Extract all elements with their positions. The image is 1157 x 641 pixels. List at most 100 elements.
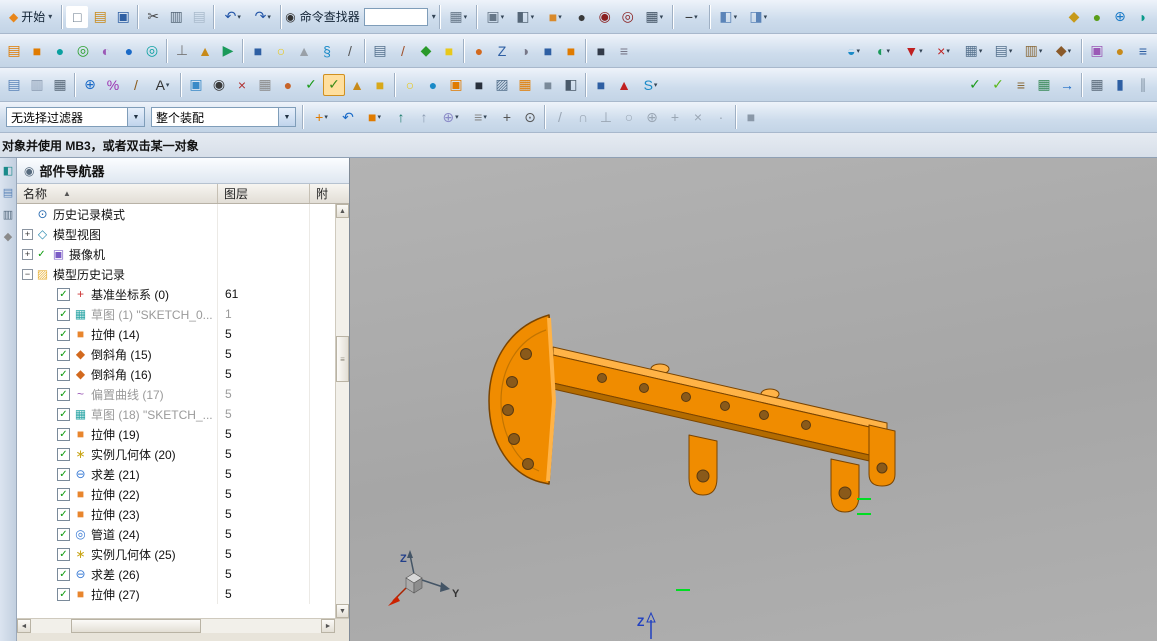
- snap-cross-button[interactable]: ×: [687, 106, 709, 128]
- snapshot-button[interactable]: ◆: [1063, 6, 1085, 28]
- expander-icon[interactable]: [44, 569, 55, 580]
- pattern-button[interactable]: ▶: [217, 40, 239, 62]
- clip-section-button[interactable]: ∥: [1132, 74, 1154, 96]
- horizontal-scrollbar[interactable]: ◄ ►: [17, 618, 349, 633]
- shell-button[interactable]: ■: [590, 40, 612, 62]
- save-button[interactable]: ▣: [112, 6, 134, 28]
- tree-row[interactable]: ◆ 倒斜角 (16) 5: [17, 364, 349, 384]
- column-header-layer[interactable]: 图层: [218, 184, 310, 203]
- selection-filter-combo[interactable]: 无选择过滤器 ▼: [6, 107, 145, 127]
- move-handle-button[interactable]: +: [496, 106, 518, 128]
- sphere-button[interactable]: ●: [49, 40, 71, 62]
- half-section-button[interactable]: ◧: [560, 74, 582, 96]
- tree-row[interactable]: + 基准坐标系 (0) 61: [17, 284, 349, 304]
- graphics-viewport[interactable]: Z Y Z: [350, 158, 1157, 641]
- spline-button[interactable]: §: [316, 40, 338, 62]
- tree-row[interactable]: ∗ 实例几何体 (20) 5: [17, 444, 349, 464]
- expander-icon[interactable]: [44, 549, 55, 560]
- assembly-structure-button[interactable]: ▦: [640, 6, 669, 28]
- tree-row[interactable]: + ▣ 摄像机: [17, 244, 349, 264]
- feature-checkbox[interactable]: [57, 468, 70, 481]
- layer-visible-button[interactable]: ▤: [3, 74, 25, 96]
- column-header-name[interactable]: 名称 ▲: [17, 184, 218, 203]
- journal-button[interactable]: ▣: [1086, 40, 1108, 62]
- feature-checkbox[interactable]: [57, 528, 70, 541]
- feature-checkbox[interactable]: [57, 548, 70, 561]
- expander-icon[interactable]: [44, 389, 55, 400]
- command-finder[interactable]: ◉ 命令查找器 ▾: [285, 8, 436, 26]
- open-file-button[interactable]: ▤: [89, 6, 111, 28]
- interpart-button[interactable]: ▲: [613, 74, 635, 96]
- layout-left-button[interactable]: ◧: [714, 6, 743, 28]
- tree-row[interactable]: − ▨ 模型历史记录: [17, 264, 349, 284]
- expander-icon[interactable]: [44, 409, 55, 420]
- up-direction-button[interactable]: ↑: [413, 106, 435, 128]
- feature-checkbox[interactable]: [57, 488, 70, 501]
- constraint-navigator-icon[interactable]: ▤: [1, 185, 16, 200]
- spreadsheet-button[interactable]: ▤: [989, 40, 1018, 62]
- expression-button[interactable]: ≡: [1132, 40, 1154, 62]
- expander-icon[interactable]: [44, 369, 55, 380]
- block-button[interactable]: ■: [247, 40, 269, 62]
- tree-row[interactable]: ▦ 草图 (18) "SKETCH_... 5: [17, 404, 349, 424]
- info-window-button[interactable]: ▦: [1086, 74, 1108, 96]
- column-header-extra[interactable]: 附: [310, 184, 349, 203]
- revolve-button[interactable]: ●: [118, 40, 140, 62]
- scroll-down-icon[interactable]: ▼: [336, 604, 349, 618]
- orientation-triad[interactable]: Z Y: [388, 550, 460, 606]
- feature-checkbox[interactable]: [35, 248, 48, 261]
- layer-settings-button[interactable]: ▤: [369, 40, 391, 62]
- tree-row[interactable]: ▦ 草图 (1) "SKETCH_0... 1: [17, 304, 349, 324]
- shaded-view-button[interactable]: ●: [571, 6, 593, 28]
- tree-row[interactable]: ◎ 管道 (24) 5: [17, 524, 349, 544]
- feature-checkbox[interactable]: [57, 588, 70, 601]
- preferences-button[interactable]: ⊕: [79, 74, 101, 96]
- gray-shaded-button[interactable]: ■: [537, 74, 559, 96]
- layer-move-button[interactable]: ▦: [49, 74, 71, 96]
- feature-checkbox[interactable]: [57, 448, 70, 461]
- snap-point-button[interactable]: ⊕: [436, 106, 465, 128]
- expander-icon[interactable]: [44, 509, 55, 520]
- visualization-button[interactable]: ◐: [869, 40, 898, 62]
- analysis-grid-button[interactable]: ▦: [1033, 74, 1055, 96]
- render-style-button[interactable]: ▨: [491, 74, 513, 96]
- chart-button[interactable]: ▥: [1019, 40, 1048, 62]
- true-shading-button[interactable]: ●: [422, 74, 444, 96]
- start-menu-button[interactable]: ◆ 开始 ▾: [3, 6, 58, 27]
- extrude-button[interactable]: ■: [26, 40, 48, 62]
- unite-button[interactable]: ■: [537, 40, 559, 62]
- vertical-scroll-track[interactable]: ≡: [336, 218, 349, 604]
- dark-shaded-button[interactable]: ■: [468, 74, 490, 96]
- feature-checkbox[interactable]: [57, 568, 70, 581]
- tree-row[interactable]: ◆ 倒斜角 (15) 5: [17, 344, 349, 364]
- layout-right-button[interactable]: ◨: [744, 6, 773, 28]
- feature-checkbox[interactable]: [57, 288, 70, 301]
- wave-link-button[interactable]: ■: [590, 74, 612, 96]
- tools-button[interactable]: ◆: [1049, 40, 1078, 62]
- rotate-handle-button[interactable]: ⊙: [519, 106, 541, 128]
- filter-button[interactable]: ▼: [899, 40, 928, 62]
- section-button[interactable]: Z: [491, 40, 513, 62]
- tree-row[interactable]: ■ 拉伸 (27) 5: [17, 584, 349, 604]
- reuse-library-icon[interactable]: ◆: [1, 229, 16, 244]
- feature-checkbox[interactable]: [57, 408, 70, 421]
- combo-arrow-icon[interactable]: ▼: [128, 107, 145, 127]
- role-button[interactable]: ◒: [839, 40, 868, 62]
- visual-effects-button[interactable]: ●: [1086, 6, 1108, 28]
- pmi-button[interactable]: ■: [369, 74, 391, 96]
- emphasize-button[interactable]: ○: [270, 40, 292, 62]
- selection-scope-combo[interactable]: 整个装配 ▼: [151, 107, 296, 127]
- tree-row[interactable]: + ◇ 模型视图: [17, 224, 349, 244]
- helix-button[interactable]: ◐: [95, 40, 117, 62]
- expander-icon[interactable]: [22, 209, 33, 220]
- facet-body-button[interactable]: ▣: [445, 74, 467, 96]
- command-finder-input[interactable]: [364, 8, 428, 26]
- exploded-view-button[interactable]: ▦: [514, 74, 536, 96]
- sketch-task-button[interactable]: ✓: [323, 74, 345, 96]
- tree-row[interactable]: ■ 拉伸 (22) 5: [17, 484, 349, 504]
- paste-button[interactable]: ▤: [188, 6, 210, 28]
- add-component-button[interactable]: ⊕: [1109, 6, 1131, 28]
- show-hide-button[interactable]: −: [677, 6, 706, 28]
- orient-up-button[interactable]: ↑: [390, 106, 412, 128]
- feature-checkbox[interactable]: [57, 508, 70, 521]
